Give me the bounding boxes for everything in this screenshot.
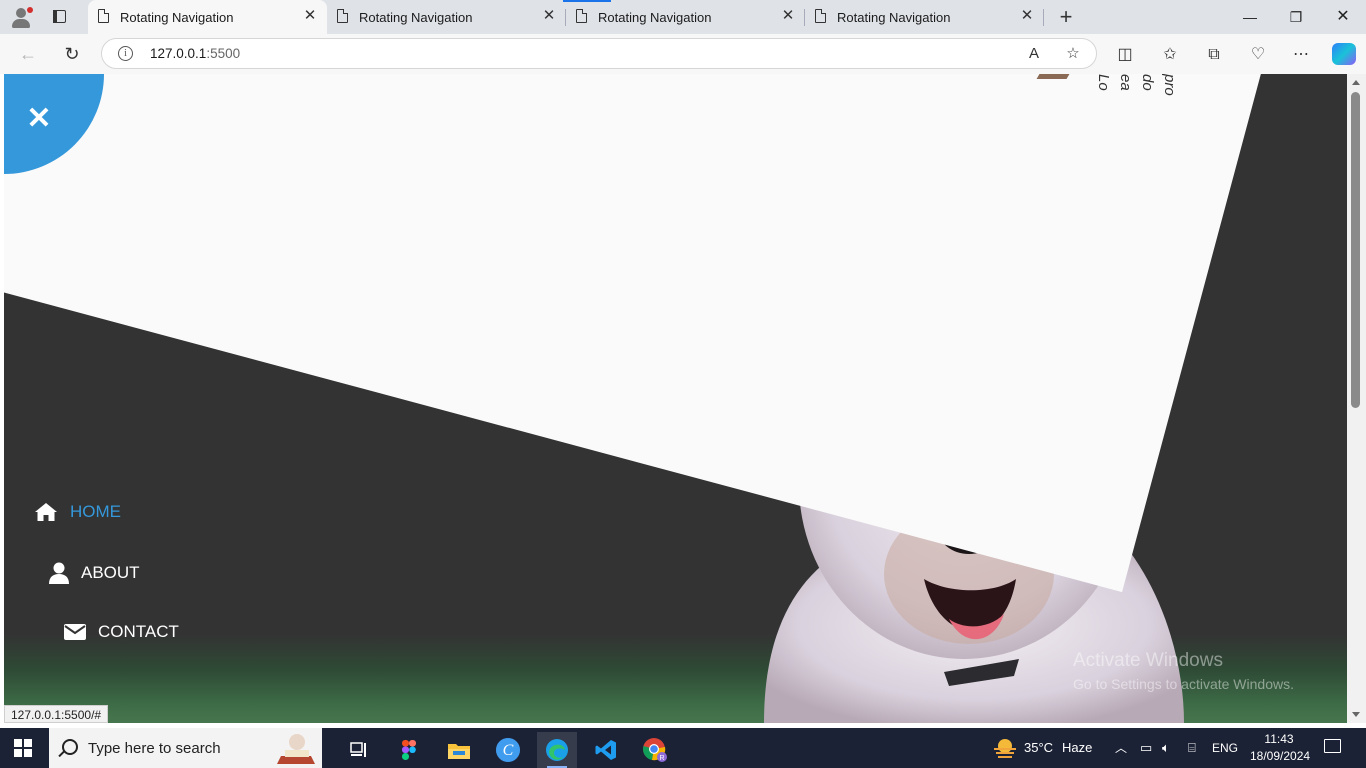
tab-close-icon[interactable]: ✕	[1018, 7, 1036, 25]
nav-item-label: About	[81, 563, 140, 582]
tab-close-icon[interactable]: ✕	[301, 7, 319, 25]
nav-item-home[interactable]: Home	[34, 502, 121, 522]
refresh-icon[interactable]: ↻	[61, 43, 83, 65]
svg-text:C: C	[503, 742, 514, 759]
close-icon[interactable]: ✕	[1328, 5, 1358, 29]
canva-icon[interactable]: C	[488, 732, 528, 768]
back-arrow-icon[interactable]: ←	[17, 43, 39, 65]
language-indicator[interactable]: ENG	[1212, 728, 1238, 768]
search-placeholder: Type here to search	[88, 740, 221, 757]
tab-1[interactable]: Rotating Navigation ✕	[88, 0, 327, 34]
info-icon[interactable]: i	[118, 46, 133, 61]
tab-close-icon[interactable]: ✕	[779, 7, 797, 25]
tab-title: Rotating Navigation	[359, 10, 473, 25]
status-bar-url: 127.0.0.1:5500/#	[4, 705, 109, 723]
read-aloud-icon[interactable]: A	[1024, 44, 1044, 64]
search-icon	[62, 739, 78, 755]
url-text: 127.0.0.1:5500	[150, 46, 241, 61]
tab-title: Rotating Navigation	[598, 10, 712, 25]
split-screen-icon[interactable]: ◫	[1114, 44, 1136, 66]
minimize-icon[interactable]: —	[1235, 5, 1265, 29]
taskbar: Type here to search C R 35°C Haze ︿ ▭ 🔈︎…	[0, 728, 1366, 768]
restore-icon[interactable]: ❐	[1281, 5, 1311, 29]
heart-pulse-icon[interactable]: ♡	[1247, 44, 1269, 66]
vertical-scrollbar[interactable]	[1347, 74, 1366, 723]
page-icon	[815, 9, 826, 23]
nav-item-about[interactable]: About	[49, 562, 140, 584]
tab-actions-icon[interactable]	[50, 7, 70, 27]
nav-item-label: Contact	[98, 622, 179, 641]
plus-icon[interactable]: +	[1054, 5, 1078, 29]
system-clock[interactable]: 11:43 18/09/2024	[1250, 731, 1310, 765]
scroll-thumb[interactable]	[1351, 92, 1360, 408]
user-icon	[49, 562, 69, 584]
network-icon[interactable]: ⌸	[1188, 728, 1196, 768]
file-explorer-icon[interactable]	[439, 732, 479, 768]
tab-title: Rotating Navigation	[837, 10, 951, 25]
tab-4[interactable]: Rotating Navigation ✕	[805, 0, 1044, 34]
notification-icon[interactable]	[1324, 739, 1341, 753]
taskbar-search-input[interactable]: Type here to search	[49, 728, 322, 768]
tab-title: Rotating Navigation	[120, 10, 234, 25]
activate-windows-watermark: Activate Windows Go to Settings to activ…	[1073, 650, 1294, 692]
home-icon	[35, 503, 57, 521]
favorites-icon[interactable]: ✩	[1159, 44, 1181, 66]
page-icon	[98, 9, 109, 23]
close-menu-icon[interactable]: ✕	[26, 104, 52, 134]
weather-temp[interactable]: 35°C	[1024, 728, 1053, 768]
scroll-up-icon[interactable]	[1352, 80, 1360, 85]
task-view-icon[interactable]	[340, 732, 380, 768]
svg-text:R: R	[659, 755, 664, 762]
scroll-down-icon[interactable]	[1352, 712, 1360, 717]
browser-toolbar: ← ↻ i 127.0.0.1:5500 A ☆ ◫ ✩ ⧉ ♡ ⋯	[0, 34, 1366, 74]
tab-close-icon[interactable]: ✕	[540, 7, 558, 25]
chevron-up-icon[interactable]: ︿	[1115, 728, 1127, 768]
figma-icon[interactable]	[389, 732, 429, 768]
page-viewport: Lo ea do pro ✕ Home About Contact Activa…	[4, 74, 1347, 723]
profile-icon[interactable]	[8, 4, 34, 30]
tab-strip: Rotating Navigation ✕ Rotating Navigatio…	[0, 0, 1366, 34]
battery-icon[interactable]: ▭	[1140, 728, 1152, 768]
volume-icon[interactable]: 🔈︎	[1162, 728, 1170, 768]
more-icon[interactable]: ⋯	[1290, 44, 1312, 66]
vscode-icon[interactable]	[586, 732, 626, 768]
search-highlight-icon	[277, 734, 315, 764]
tab-3[interactable]: Rotating Navigation ✕	[566, 0, 805, 34]
image-edge	[1036, 74, 1070, 79]
weather-condition[interactable]: Haze	[1062, 728, 1092, 768]
nav-item-contact[interactable]: Contact	[64, 622, 179, 642]
rotated-paragraph: Lo ea do pro	[1095, 74, 1178, 96]
page-icon	[337, 9, 348, 23]
weather-haze-icon	[994, 739, 1016, 758]
page-icon	[576, 9, 587, 23]
chrome-icon[interactable]: R	[635, 732, 675, 768]
address-bar[interactable]: i 127.0.0.1:5500 A ☆	[101, 38, 1097, 69]
windows-start-icon[interactable]	[14, 739, 32, 757]
collections-icon[interactable]: ⧉	[1203, 44, 1225, 66]
tab-2[interactable]: Rotating Navigation ✕	[327, 0, 566, 34]
rotated-page-content	[4, 74, 1267, 593]
envelope-icon	[64, 624, 86, 640]
star-icon[interactable]: ☆	[1063, 44, 1083, 64]
nav-item-label: Home	[70, 502, 121, 521]
edge-icon[interactable]	[537, 732, 577, 768]
copilot-icon[interactable]	[1332, 43, 1356, 65]
